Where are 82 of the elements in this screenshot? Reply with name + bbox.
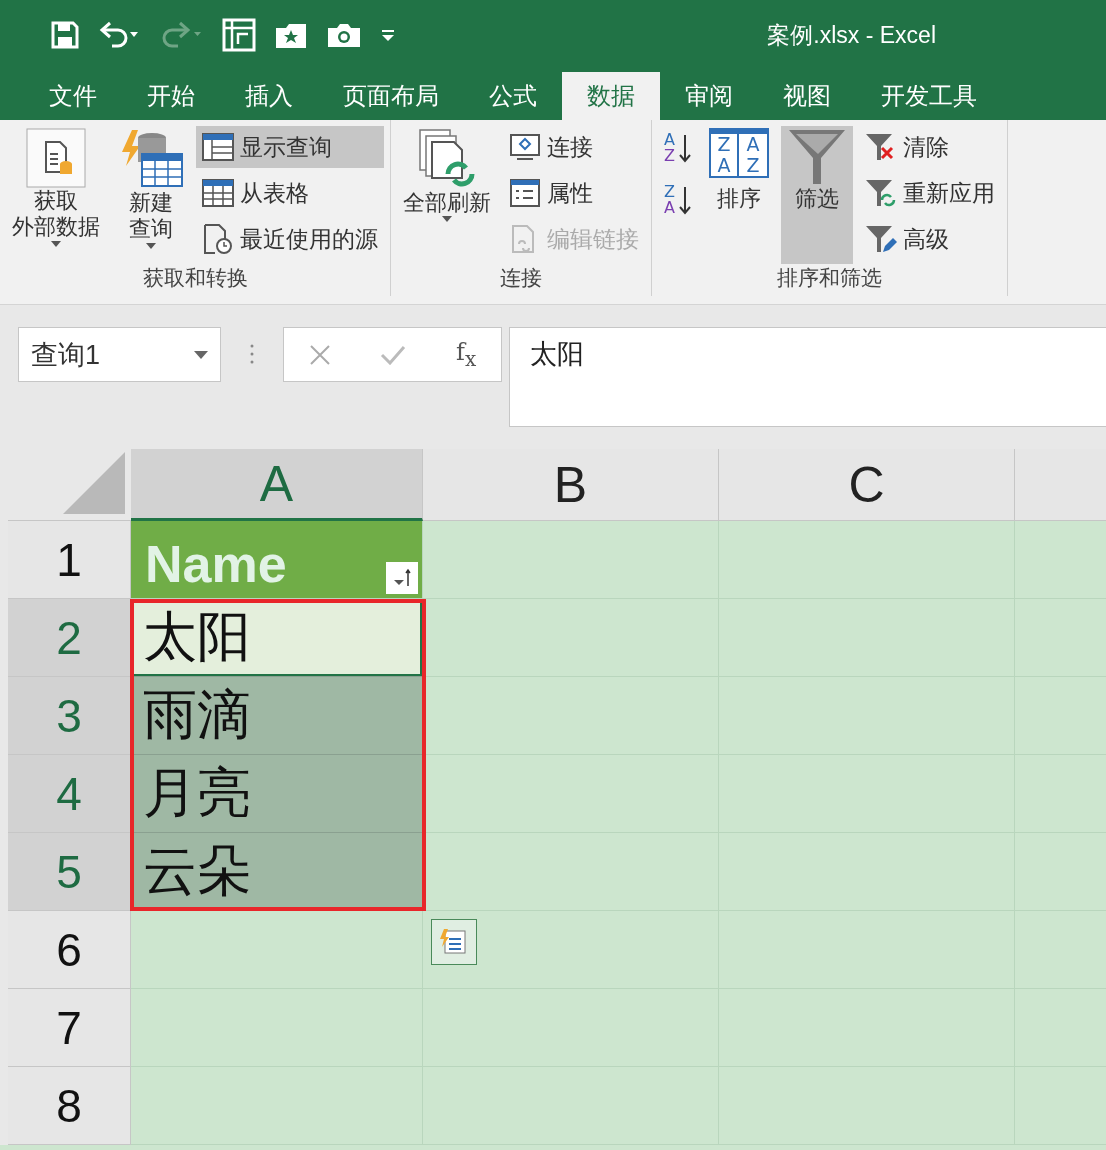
ribbon-large-button[interactable]: 获取 外部数据 xyxy=(6,126,106,264)
cancel-icon[interactable] xyxy=(308,343,331,366)
window-list-icon xyxy=(202,133,234,161)
column-header[interactable]: A xyxy=(131,449,423,521)
group-label: 排序和筛选 xyxy=(776,265,883,291)
row-header[interactable]: 2 xyxy=(8,599,131,677)
ribbon-small-button[interactable]: 重新应用 xyxy=(858,172,1001,214)
database-document-icon xyxy=(26,128,86,188)
ribbon-small-button[interactable]: 最近使用的源 xyxy=(196,218,384,260)
ribbon-tab[interactable]: 插入 xyxy=(220,72,318,120)
insert-function-button[interactable]: f$_{x}$ xyxy=(456,338,477,371)
table-cell[interactable] xyxy=(423,599,719,677)
row-header[interactable]: 7 xyxy=(8,989,131,1067)
ribbon-tab[interactable]: 公式 xyxy=(464,72,562,120)
group-label: 连接 xyxy=(499,265,543,291)
group-label: 获取和转换 xyxy=(141,265,249,291)
funnel-pencil-icon xyxy=(864,224,897,254)
row-header[interactable]: 3 xyxy=(8,677,131,755)
drag-handle-icon[interactable] xyxy=(250,343,254,365)
ribbon-small-button[interactable]: 清除 xyxy=(858,126,1001,168)
column-header[interactable]: C xyxy=(719,449,1015,521)
ribbon-tab[interactable]: 开始 xyxy=(122,72,220,120)
ribbon-tab[interactable]: 审阅 xyxy=(660,72,758,120)
pivot-icon[interactable] xyxy=(222,18,256,52)
redo-icon[interactable] xyxy=(160,20,204,50)
caret-icon xyxy=(194,350,208,359)
column-header[interactable]: B xyxy=(423,449,719,521)
sort-descending-letters: Z A xyxy=(664,184,675,216)
quick-analysis-button[interactable] xyxy=(431,919,477,965)
ribbon-small-button[interactable]: 高级 xyxy=(858,218,1001,260)
table-cell[interactable] xyxy=(1015,521,1106,599)
save-icon[interactable] xyxy=(50,20,80,50)
table-cell[interactable] xyxy=(131,989,423,1067)
customize-caret-icon[interactable] xyxy=(380,27,396,43)
ribbon-tab[interactable]: 开发工具 xyxy=(856,72,1002,120)
table-cell[interactable] xyxy=(423,677,719,755)
ribbon-small-button[interactable]: 从表格 xyxy=(196,172,384,214)
formula-field[interactable]: 太阳 xyxy=(509,327,1106,427)
connection-window-icon xyxy=(509,133,541,161)
row-header[interactable]: 1 xyxy=(8,521,131,599)
row-header[interactable]: 4 xyxy=(8,755,131,833)
table-cell[interactable] xyxy=(423,911,719,989)
row-header[interactable]: 6 xyxy=(8,911,131,989)
row-header[interactable]: 8 xyxy=(8,1067,131,1145)
ribbon-large-button[interactable]: Z A A Z 排序 xyxy=(702,126,775,264)
funnel-refresh-icon xyxy=(864,178,897,208)
ribbon-tab[interactable]: 文件 xyxy=(24,72,122,120)
ribbon-tab[interactable]: 数据 xyxy=(562,72,660,120)
ribbon-large-button[interactable]: 筛选 xyxy=(780,126,853,264)
ribbon-tab[interactable]: 页面布局 xyxy=(318,72,464,120)
table-cell[interactable] xyxy=(423,755,719,833)
quick-analysis-icon xyxy=(439,927,469,957)
table-cell[interactable] xyxy=(131,911,423,989)
select-all-icon[interactable] xyxy=(63,452,125,514)
table-icon xyxy=(202,179,234,207)
sort-dialog-icon: Z A A Z xyxy=(708,128,769,178)
window-title: 案例.xlsx - Excel xyxy=(767,20,936,50)
camera-icon[interactable] xyxy=(326,21,362,49)
check-icon[interactable] xyxy=(380,344,407,365)
table-cell[interactable] xyxy=(131,1067,423,1145)
header-text: Name xyxy=(145,538,287,590)
name-box[interactable]: 查询1 xyxy=(18,327,221,382)
document-clock-icon xyxy=(202,223,234,255)
table-cell[interactable]: 雨滴 xyxy=(131,677,423,755)
filter-dropdown-icon[interactable] xyxy=(386,562,418,594)
ribbon-small-button[interactable]: 显示查询 xyxy=(196,126,384,168)
sort-buttons[interactable]: A Z Z A xyxy=(658,126,697,264)
row-header[interactable]: 5 xyxy=(8,833,131,911)
ribbon-small-button[interactable]: 属性 xyxy=(503,172,645,214)
ribbon-tab[interactable]: 视图 xyxy=(758,72,856,120)
down-arrow-icon xyxy=(678,185,691,215)
table-cell[interactable]: 月亮 xyxy=(131,755,423,833)
down-arrow-icon xyxy=(678,133,691,163)
table-cell[interactable] xyxy=(719,521,1015,599)
funnel-icon xyxy=(786,128,847,186)
ribbon-large-button[interactable]: 全部刷新 xyxy=(397,126,497,264)
sort-ascending-letters: A Z xyxy=(664,132,675,164)
ribbon-large-button[interactable]: 新建 查询 xyxy=(112,126,190,264)
table-cell[interactable] xyxy=(423,521,719,599)
property-list-icon xyxy=(509,178,541,208)
ribbon-small-button[interactable]: 连接 xyxy=(503,126,645,168)
table-cell[interactable] xyxy=(423,833,719,911)
